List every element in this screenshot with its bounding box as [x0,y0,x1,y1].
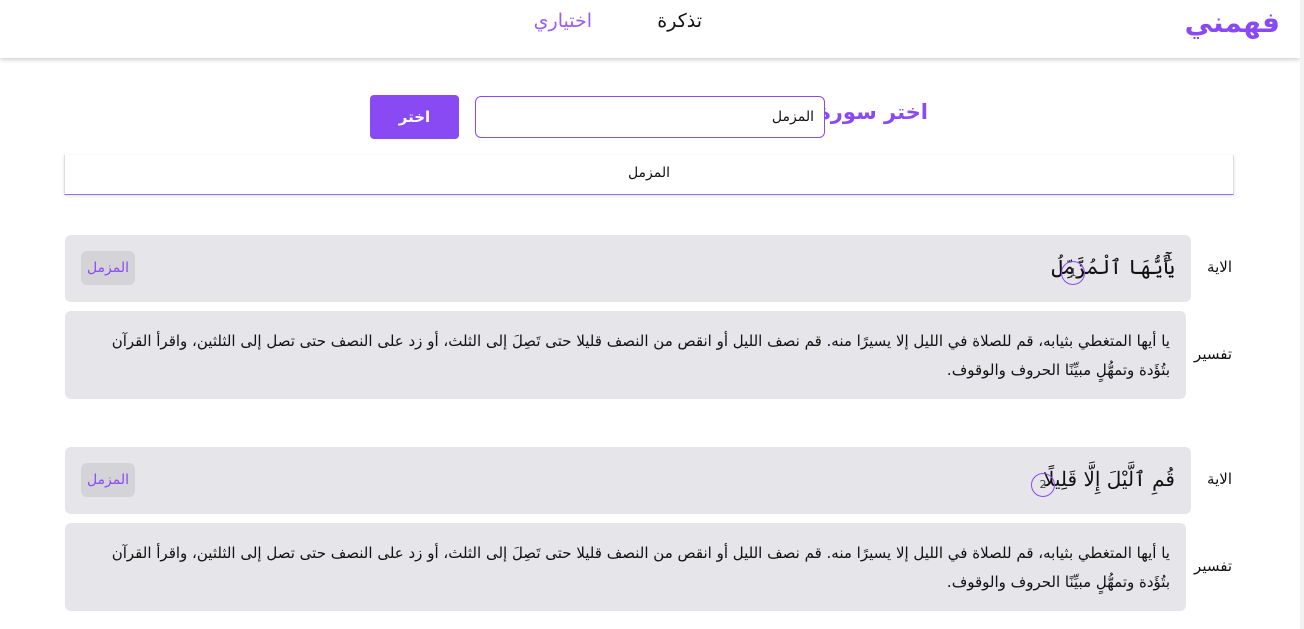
surah-dropdown-option[interactable]: المزمل [64,155,1234,195]
surah-input[interactable] [475,96,825,138]
ayah-card: يَٰٓأَيُّهَا ٱلْمُزَّمِّلُ 1 المزمل [65,235,1191,302]
top-navbar: فهمني تذكرة اختياري [0,0,1300,58]
tafsir-label: تفسير [1194,345,1232,363]
tafsir-text: يا أيها المتغطي بثيابه، قم للصلاة في الل… [111,332,1170,379]
ayah-number-badge: 1 [1061,261,1085,285]
app-logo[interactable]: فهمني [1185,6,1280,39]
surah-badge[interactable]: المزمل [81,251,135,285]
tafsir-text: يا أيها المتغطي بثيابه، قم للصلاة في الل… [111,544,1170,591]
nav-link-ikhtiyari[interactable]: اختياري [534,10,592,32]
nav-link-tadhkira[interactable]: تذكرة [657,10,702,32]
ayah-card: قُمِ ٱلَّيْلَ إِلَّا قَلِيلًا 2 المزمل [65,447,1191,514]
tafsir-card: يا أيها المتغطي بثيابه، قم للصلاة في الل… [65,523,1186,611]
surah-select-label: اختر سورة: [810,100,928,124]
ayah-label: الاية [1207,470,1232,488]
surah-badge[interactable]: المزمل [81,463,135,497]
choose-button[interactable]: اختر [370,95,459,139]
tafsir-label: تفسير [1194,557,1232,575]
ayah-label: الاية [1207,258,1232,276]
tafsir-card: يا أيها المتغطي بثيابه، قم للصلاة في الل… [65,311,1186,399]
scrollbar[interactable] [1300,0,1304,629]
ayah-text: قُمِ ٱلَّيْلَ إِلَّا قَلِيلًا [1042,467,1175,491]
ayah-number-badge: 2 [1031,473,1055,497]
dropdown-option-label: المزمل [627,165,671,181]
